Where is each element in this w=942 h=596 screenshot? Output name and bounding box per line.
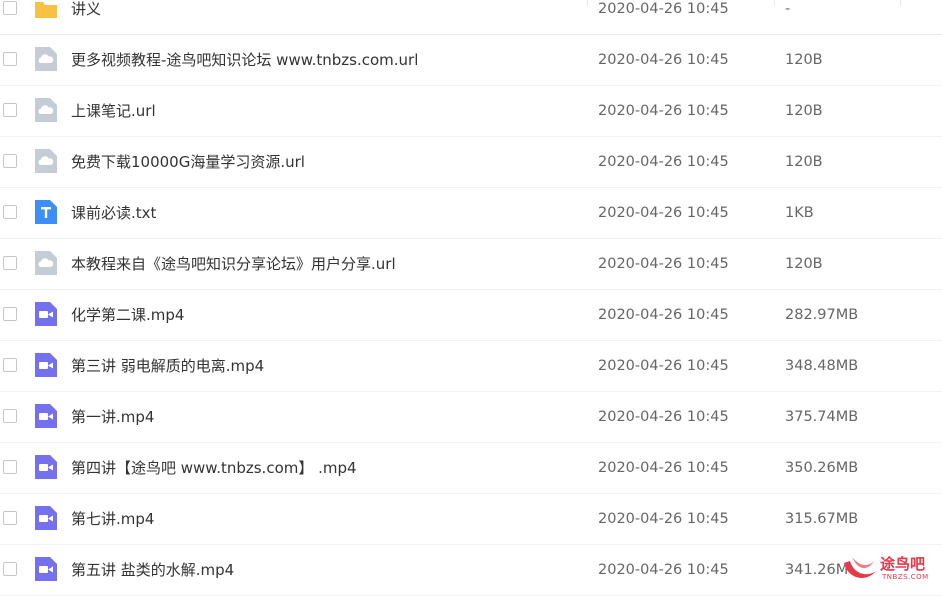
row-checkbox[interactable] bbox=[3, 205, 17, 219]
file-date: 2020-04-26 10:45 bbox=[598, 307, 729, 323]
file-date: 2020-04-26 10:45 bbox=[598, 511, 729, 527]
file-size: 120B bbox=[785, 256, 823, 272]
row-checkbox[interactable] bbox=[3, 562, 17, 576]
file-name[interactable]: 第一讲.mp4 bbox=[71, 392, 154, 442]
file-row[interactable]: 本教程来自《途鸟吧知识分享论坛》用户分享.url 2020-04-26 10:4… bbox=[0, 239, 942, 290]
file-date: 2020-04-26 10:45 bbox=[598, 205, 729, 221]
link-file-icon bbox=[35, 47, 57, 71]
row-checkbox[interactable] bbox=[3, 511, 17, 525]
video-file-icon bbox=[35, 404, 57, 428]
column-divider bbox=[587, 0, 588, 6]
file-name[interactable]: 讲义 bbox=[71, 0, 101, 34]
file-date: 2020-04-26 10:45 bbox=[598, 256, 729, 272]
file-row[interactable]: 第一讲.mp4 2020-04-26 10:45 375.74MB bbox=[0, 392, 942, 443]
file-size: 120B bbox=[785, 103, 823, 119]
file-date: 2020-04-26 10:45 bbox=[598, 103, 729, 119]
row-checkbox[interactable] bbox=[3, 103, 17, 117]
video-file-icon bbox=[35, 302, 57, 326]
file-date: 2020-04-26 10:45 bbox=[598, 358, 729, 374]
text-file-icon bbox=[35, 200, 57, 224]
file-size: 375.74MB bbox=[785, 409, 859, 425]
file-row[interactable]: 讲义 2020-04-26 10:45 - bbox=[0, 0, 942, 35]
video-file-icon bbox=[35, 557, 57, 581]
file-row[interactable]: 第五讲 盐类的水解.mp4 2020-04-26 10:45 341.26M bbox=[0, 545, 942, 596]
file-row[interactable]: 化学第二课.mp4 2020-04-26 10:45 282.97MB bbox=[0, 290, 942, 341]
file-size: 282.97MB bbox=[785, 307, 859, 323]
file-size: 350.26MB bbox=[785, 460, 859, 476]
row-checkbox[interactable] bbox=[3, 307, 17, 321]
row-checkbox[interactable] bbox=[3, 1, 17, 15]
file-name[interactable]: 化学第二课.mp4 bbox=[71, 290, 184, 340]
link-file-icon bbox=[35, 149, 57, 173]
file-size: 315.67MB bbox=[785, 511, 859, 527]
file-date: 2020-04-26 10:45 bbox=[598, 460, 729, 476]
file-name[interactable]: 本教程来自《途鸟吧知识分享论坛》用户分享.url bbox=[71, 239, 396, 289]
file-row[interactable]: 课前必读.txt 2020-04-26 10:45 1KB bbox=[0, 188, 942, 239]
file-name[interactable]: 第七讲.mp4 bbox=[71, 494, 154, 544]
file-row[interactable]: 第三讲 弱电解质的电离.mp4 2020-04-26 10:45 348.48M… bbox=[0, 341, 942, 392]
file-size: 120B bbox=[785, 52, 823, 68]
watermark-text: 途鸟吧 bbox=[880, 555, 926, 573]
video-file-icon bbox=[35, 506, 57, 530]
file-date: 2020-04-26 10:45 bbox=[598, 562, 729, 578]
file-size: 120B bbox=[785, 154, 823, 170]
file-size: 348.48MB bbox=[785, 358, 859, 374]
row-checkbox[interactable] bbox=[3, 409, 17, 423]
file-name[interactable]: 第五讲 盐类的水解.mp4 bbox=[71, 545, 234, 595]
column-divider bbox=[900, 0, 901, 6]
file-row[interactable]: 第四讲【途鸟吧 www.tnbzs.com】 .mp4 2020-04-26 1… bbox=[0, 443, 942, 494]
folder-icon bbox=[35, 0, 57, 20]
file-name[interactable]: 免费下载10000G海量学习资源.url bbox=[71, 137, 305, 187]
video-file-icon bbox=[35, 353, 57, 377]
row-checkbox[interactable] bbox=[3, 256, 17, 270]
file-row[interactable]: 第七讲.mp4 2020-04-26 10:45 315.67MB bbox=[0, 494, 942, 545]
file-list: 讲义 2020-04-26 10:45 - 更多视频教程-途鸟吧知识论坛 www… bbox=[0, 0, 942, 596]
row-checkbox[interactable] bbox=[3, 52, 17, 66]
row-checkbox[interactable] bbox=[3, 154, 17, 168]
file-date: 2020-04-26 10:45 bbox=[598, 1, 729, 17]
file-row[interactable]: 上课笔记.url 2020-04-26 10:45 120B bbox=[0, 86, 942, 137]
file-row[interactable]: 免费下载10000G海量学习资源.url 2020-04-26 10:45 12… bbox=[0, 137, 942, 188]
file-size: 1KB bbox=[785, 205, 814, 221]
file-date: 2020-04-26 10:45 bbox=[598, 154, 729, 170]
row-checkbox[interactable] bbox=[3, 460, 17, 474]
link-file-icon bbox=[35, 251, 57, 275]
file-name[interactable]: 第四讲【途鸟吧 www.tnbzs.com】 .mp4 bbox=[71, 443, 357, 493]
file-name[interactable]: 更多视频教程-途鸟吧知识论坛 www.tnbzs.com.url bbox=[71, 35, 418, 85]
file-row[interactable]: 更多视频教程-途鸟吧知识论坛 www.tnbzs.com.url 2020-04… bbox=[0, 35, 942, 86]
file-name[interactable]: 课前必读.txt bbox=[71, 188, 156, 238]
video-file-icon bbox=[35, 455, 57, 479]
file-date: 2020-04-26 10:45 bbox=[598, 52, 729, 68]
file-name[interactable]: 上课笔记.url bbox=[71, 86, 156, 136]
row-checkbox[interactable] bbox=[3, 358, 17, 372]
file-name[interactable]: 第三讲 弱电解质的电离.mp4 bbox=[71, 341, 264, 391]
column-divider bbox=[774, 0, 775, 6]
file-size: - bbox=[785, 1, 791, 17]
file-date: 2020-04-26 10:45 bbox=[598, 409, 729, 425]
watermark-subtext: TNBZS.COM bbox=[882, 573, 929, 581]
link-file-icon bbox=[35, 98, 57, 122]
